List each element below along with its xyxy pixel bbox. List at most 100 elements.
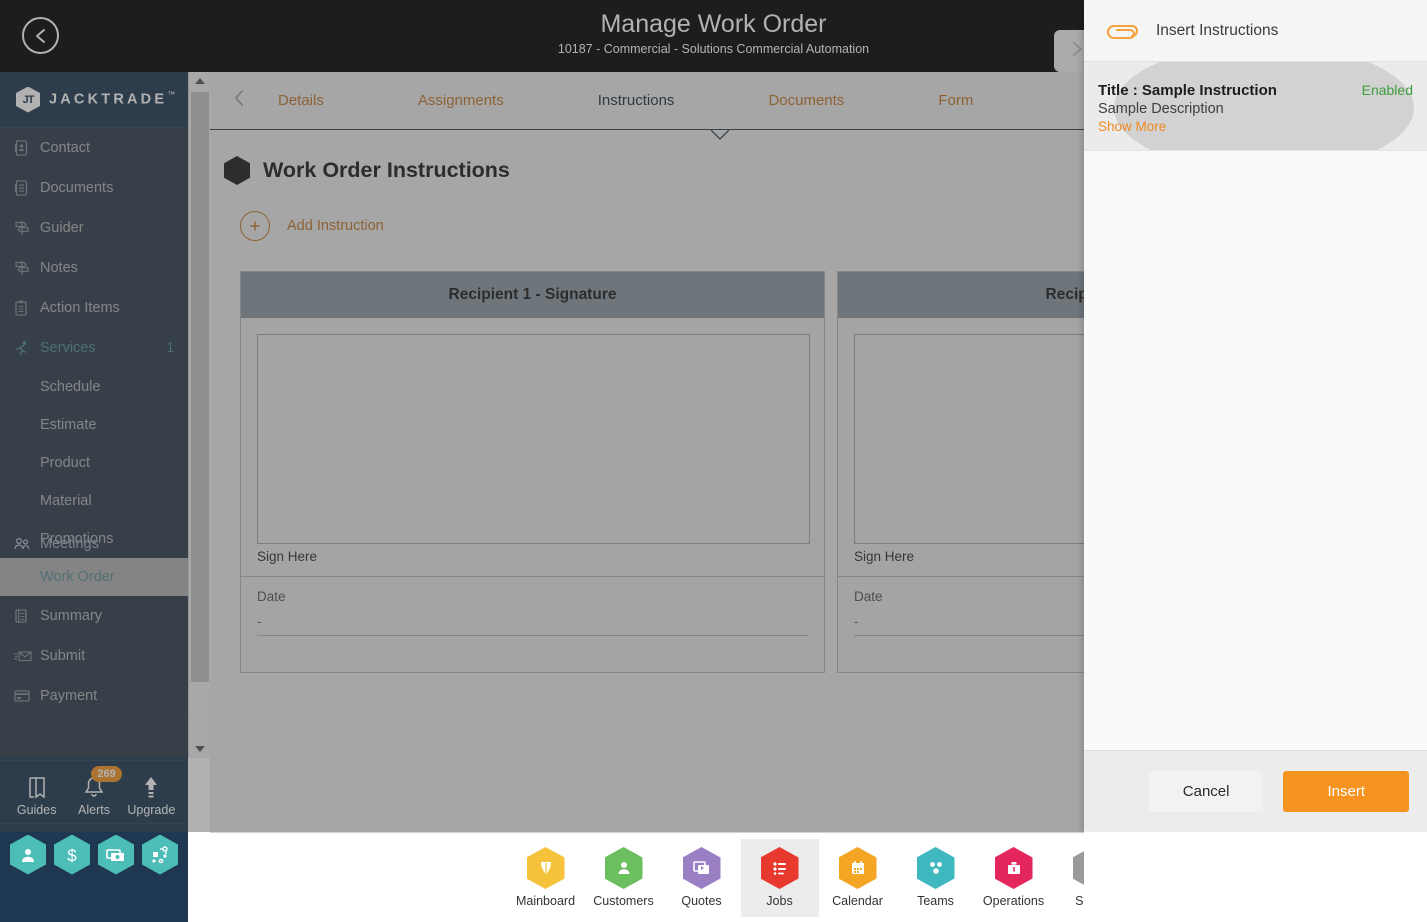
signature-pad[interactable] bbox=[257, 334, 810, 544]
quick-upgrade[interactable]: Upgrade bbox=[123, 774, 180, 817]
panel-footer: Cancel Insert bbox=[1084, 750, 1427, 832]
sidebar-item-label: Documents bbox=[40, 179, 114, 196]
sidebar-item-payment[interactable]: Payment bbox=[0, 676, 188, 716]
tab-assignments[interactable]: Assignments bbox=[408, 92, 514, 109]
workflow-hex-icon[interactable] bbox=[142, 834, 178, 875]
list-item[interactable]: Title : Sample Instruction Enabled Sampl… bbox=[1084, 62, 1427, 151]
panel-header: Insert Instructions bbox=[1084, 0, 1427, 62]
sidebar-subitem-promotions[interactable]: Promotions bbox=[0, 520, 188, 558]
tab-label: Details bbox=[278, 92, 324, 109]
calendar-icon bbox=[838, 847, 877, 889]
quick-guides[interactable]: Guides bbox=[8, 774, 65, 817]
status-badge: Enabled bbox=[1361, 82, 1413, 98]
date-label: Date bbox=[257, 589, 286, 604]
sidebar-subitem-label: Work Order bbox=[40, 569, 115, 585]
sidebar-subitem-estimate[interactable]: Estimate bbox=[0, 406, 188, 444]
insert-button[interactable]: Insert bbox=[1283, 771, 1409, 812]
jobs-list-icon bbox=[760, 847, 799, 889]
tab-form[interactable]: Form bbox=[928, 92, 983, 109]
teams-icon bbox=[916, 847, 955, 889]
date-value: - bbox=[257, 614, 262, 629]
tab-label: Form bbox=[938, 92, 974, 109]
tab-label: Documents bbox=[768, 92, 845, 109]
signature-card: Recipient 1 - Signature Sign Here Date - bbox=[240, 271, 825, 673]
person-hex-icon[interactable] bbox=[10, 834, 46, 875]
scroll-up-arrow[interactable] bbox=[189, 72, 211, 90]
bottom-nav-label: Mainboard bbox=[515, 894, 576, 908]
up-arrow-icon bbox=[142, 774, 160, 800]
date-section: Date - bbox=[241, 577, 824, 636]
sidebar-item-services[interactable]: Services 1 bbox=[0, 328, 188, 368]
quick-actions-row: Guides 269 Alerts Upgrade bbox=[0, 761, 188, 823]
bottom-nav-mainboard[interactable]: Mainboard bbox=[507, 839, 585, 917]
sidebar-subitem-label: Estimate bbox=[40, 417, 97, 433]
sidebar-subitem-label: Product bbox=[40, 455, 90, 471]
bottom-nav-customers[interactable]: Customers bbox=[585, 839, 663, 917]
insert-instructions-panel: Insert Instructions Title : Sample Instr… bbox=[1084, 0, 1427, 832]
sidebar-subitem-product[interactable]: Product bbox=[0, 444, 188, 482]
scroll-down-arrow[interactable] bbox=[189, 740, 211, 758]
sidebar-item-documents[interactable]: Documents bbox=[0, 168, 188, 208]
brand-logo[interactable]: JT JACKTRADE™ bbox=[0, 72, 188, 128]
instruction-list: Title : Sample Instruction Enabled Sampl… bbox=[1084, 62, 1427, 151]
panel-bottom-strip bbox=[1084, 832, 1427, 922]
sidebar-subitem-work-order[interactable]: Work Order bbox=[0, 558, 188, 596]
bottom-nav-calendar[interactable]: Calendar bbox=[819, 839, 897, 917]
app-root: Manage Work Order 10187 - Commercial - S… bbox=[0, 0, 1427, 922]
quick-alerts[interactable]: 269 Alerts bbox=[65, 765, 122, 817]
card-title: Recipient 1 - Signature bbox=[241, 272, 824, 318]
book-icon bbox=[26, 774, 48, 800]
brand-hex-icon: JT bbox=[16, 86, 40, 113]
sign-here-label: Sign Here bbox=[257, 549, 318, 564]
customers-person-icon bbox=[604, 847, 643, 889]
sidebar-item-action-items[interactable]: Action Items bbox=[0, 288, 188, 328]
instruction-description: Sample Description bbox=[1098, 101, 1224, 117]
bottom-nav-label: Teams bbox=[917, 894, 954, 908]
paperclip-icon bbox=[1098, 17, 1156, 45]
show-more-link[interactable]: Show More bbox=[1098, 119, 1413, 134]
quick-label: Alerts bbox=[78, 802, 110, 817]
operations-briefcase-icon bbox=[994, 847, 1033, 889]
sidebar-scrollbar[interactable] bbox=[188, 72, 211, 758]
sidebar-item-notes[interactable]: Notes bbox=[0, 248, 188, 288]
sidebar-subitem-schedule[interactable]: Schedule bbox=[0, 368, 188, 406]
bottom-nav-operations[interactable]: Operations bbox=[975, 839, 1053, 917]
sidebar-item-label: Contact bbox=[40, 139, 90, 156]
sidebar-item-guider[interactable]: Guider bbox=[0, 208, 188, 248]
summary-book-icon bbox=[14, 608, 40, 624]
sidebar-item-submit[interactable]: Submit bbox=[0, 636, 188, 676]
scroll-thumb[interactable] bbox=[191, 92, 209, 682]
sidebar-item-summary[interactable]: Summary bbox=[0, 596, 188, 636]
dollar-hex-icon[interactable]: $ bbox=[54, 834, 90, 875]
cash-hex-icon[interactable] bbox=[98, 834, 134, 875]
sidebar-subitem-label: Promotions bbox=[40, 531, 114, 547]
add-instruction-label: Add Instruction bbox=[287, 218, 384, 234]
section-title: Work Order Instructions bbox=[263, 158, 510, 182]
quick-label: Guides bbox=[16, 802, 57, 817]
quotes-icon bbox=[682, 847, 721, 889]
bottom-nav-teams[interactable]: Teams bbox=[897, 839, 975, 917]
hexagon-icon bbox=[224, 156, 250, 185]
bottom-nav-jobs[interactable]: Jobs bbox=[740, 838, 819, 917]
panel-title: Insert Instructions bbox=[1156, 21, 1279, 39]
sidebar-subitem-label: Material bbox=[40, 493, 92, 509]
instruction-title: Title : Sample Instruction bbox=[1098, 82, 1277, 99]
tab-details[interactable]: Details bbox=[268, 92, 334, 109]
bottom-nav-label: Calendar bbox=[832, 894, 883, 908]
tab-documents[interactable]: Documents bbox=[758, 92, 854, 109]
submit-envelope-icon bbox=[14, 649, 40, 663]
clipboard-icon bbox=[14, 300, 40, 316]
tab-prev-button[interactable] bbox=[210, 89, 268, 112]
bottom-nav-quotes[interactable]: Quotes bbox=[663, 839, 741, 917]
sidebar-subitem-material[interactable]: Material bbox=[0, 482, 188, 520]
bottom-nav-label: Quotes bbox=[681, 894, 722, 908]
cancel-button[interactable]: Cancel bbox=[1148, 771, 1264, 812]
services-icon bbox=[14, 340, 40, 356]
plus-circle-icon bbox=[240, 211, 270, 241]
left-sidebar: JT JACKTRADE™ Contact Documents Guider N… bbox=[0, 72, 188, 922]
bottom-nav-label: Operations bbox=[982, 894, 1045, 908]
sidebar-item-contact[interactable]: Contact bbox=[0, 128, 188, 168]
tab-label: Assignments bbox=[417, 92, 504, 109]
notes-signpost-icon bbox=[14, 260, 40, 276]
tab-instructions[interactable]: Instructions bbox=[588, 92, 685, 109]
